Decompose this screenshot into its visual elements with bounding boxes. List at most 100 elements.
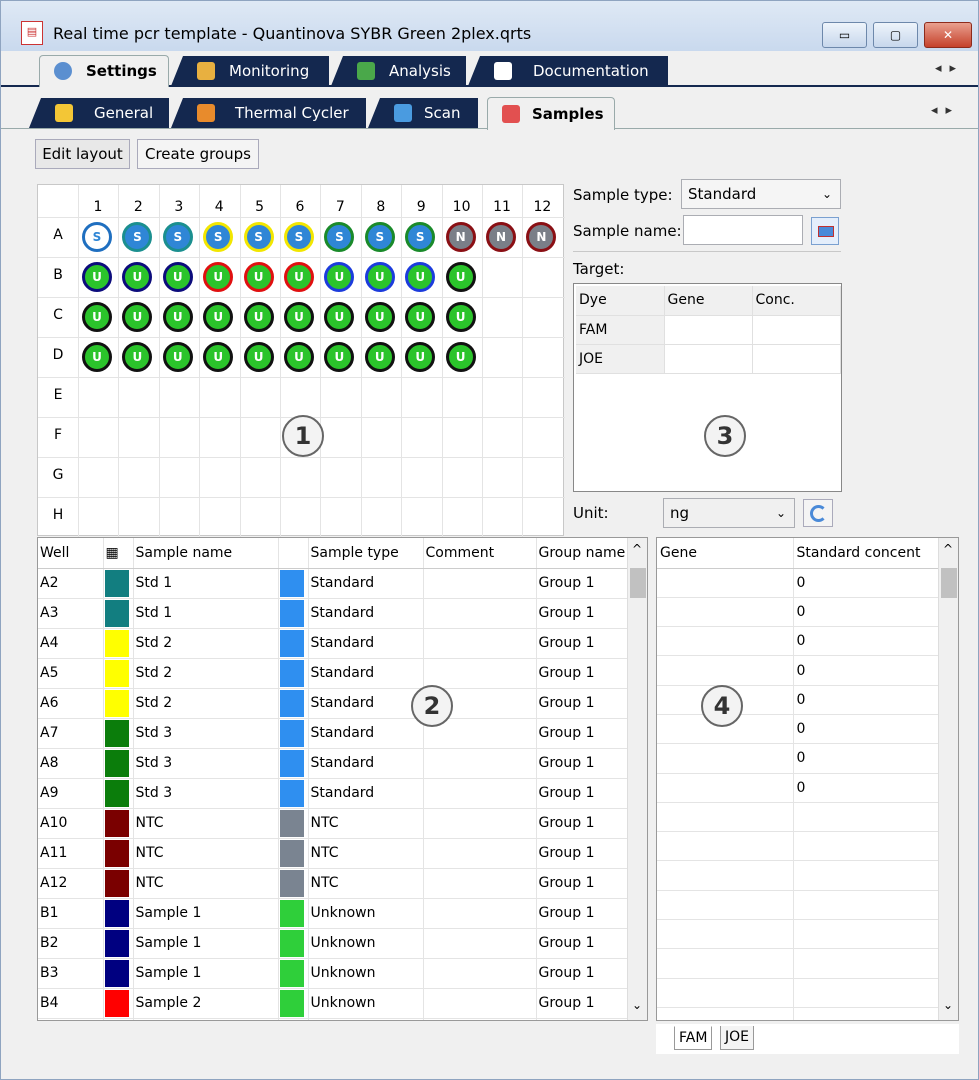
table-row[interactable]: B4 Sample 2 Unknown Group 1 — [38, 988, 630, 1019]
concentration-cell[interactable]: 0 — [793, 597, 939, 628]
scroll-down-icon[interactable]: ⌄ — [943, 998, 953, 1012]
group-name-cell[interactable]: Group 1 — [536, 958, 630, 989]
well-A4[interactable]: S — [203, 222, 234, 252]
well-cell[interactable]: A11 — [38, 838, 104, 869]
table-row[interactable]: B1 Sample 1 Unknown Group 1 — [38, 898, 630, 929]
table-row[interactable]: A9 Std 3 Standard Group 1 — [38, 778, 630, 809]
sample-type-dropdown[interactable]: Standard ⌄ — [681, 179, 841, 209]
well-B5[interactable]: U — [243, 262, 274, 292]
scroll-right-icon[interactable]: ▸ — [950, 61, 965, 76]
table-row[interactable] — [657, 978, 939, 1008]
well-C5[interactable]: U — [243, 302, 274, 332]
group-name-cell[interactable]: Group 1 — [536, 598, 630, 629]
gene-cell[interactable] — [657, 919, 794, 950]
well-cell[interactable]: A4 — [38, 628, 104, 659]
group-name-cell[interactable]: Group 1 — [536, 778, 630, 809]
color-swatch[interactable] — [103, 628, 134, 659]
header-standard-concentration[interactable]: Standard concent — [793, 538, 939, 569]
sample-name-cell[interactable]: Std 3 — [133, 718, 279, 749]
plate-column-header[interactable]: 10 — [442, 199, 482, 215]
well-cell[interactable]: B1 — [38, 898, 104, 929]
comment-cell[interactable] — [423, 568, 537, 599]
sample-type-cell[interactable]: Standard — [308, 658, 424, 689]
samples-table[interactable]: Well ▦ Sample name Sample type Comment G… — [37, 537, 648, 1021]
table-row[interactable] — [657, 1007, 939, 1020]
main-tab-scroll[interactable]: ◂▸ — [935, 61, 964, 76]
plate-column-header[interactable]: 9 — [401, 199, 441, 215]
group-name-cell[interactable]: Group 1 — [536, 808, 630, 839]
title-bar[interactable]: ▤ Real time pcr template - Quantinova SY… — [1, 1, 978, 51]
well-D2[interactable]: U — [122, 342, 153, 372]
concentration-cell[interactable] — [793, 948, 939, 979]
table-row[interactable] — [657, 860, 939, 891]
type-color-swatch[interactable] — [278, 718, 309, 749]
header-group-name[interactable]: Group name — [536, 538, 630, 569]
table-row[interactable]: 0 — [657, 655, 939, 686]
color-swatch[interactable] — [103, 988, 134, 1019]
sample-name-cell[interactable]: Std 2 — [133, 658, 279, 689]
sample-type-cell[interactable]: Standard — [308, 748, 424, 779]
well-B9[interactable]: U — [405, 262, 436, 292]
type-color-swatch[interactable] — [278, 868, 309, 899]
conc-cell[interactable] — [752, 344, 841, 374]
tab-analysis[interactable]: Analysis — [331, 56, 466, 86]
well-A9[interactable]: S — [405, 222, 436, 252]
gene-cell[interactable] — [657, 1007, 794, 1020]
plate-row-header[interactable]: D — [38, 347, 78, 363]
well-B7[interactable]: U — [324, 262, 355, 292]
plate-column-header[interactable]: 11 — [482, 199, 522, 215]
sample-name-cell[interactable]: Std 2 — [133, 628, 279, 659]
gene-cell[interactable] — [657, 802, 794, 833]
plate-row-header[interactable]: C — [38, 307, 78, 323]
sample-type-cell[interactable]: Standard — [308, 628, 424, 659]
tab-monitoring[interactable]: Monitoring — [171, 56, 329, 86]
table-row[interactable]: 0 — [657, 597, 939, 628]
table-row[interactable]: 0 — [657, 568, 939, 598]
sample-type-cell[interactable]: Standard — [308, 688, 424, 719]
concentration-cell[interactable]: 0 — [793, 714, 939, 745]
well-B1[interactable]: U — [82, 262, 112, 292]
gene-cell[interactable] — [657, 655, 794, 686]
group-name-cell[interactable]: Group 1 — [536, 1018, 630, 1020]
table-row[interactable]: B2 Sample 1 Unknown Group 1 — [38, 928, 630, 959]
table-row[interactable]: A2 Std 1 Standard Group 1 — [38, 568, 630, 599]
concentration-cell[interactable]: 0 — [793, 655, 939, 686]
sample-name-cell[interactable]: Std 1 — [133, 568, 279, 599]
scroll-up-icon[interactable]: ^ — [943, 542, 953, 556]
comment-cell[interactable] — [423, 1018, 537, 1020]
concentration-cell[interactable]: 0 — [793, 568, 939, 598]
well-cell[interactable]: A9 — [38, 778, 104, 809]
plate-row-header[interactable]: A — [38, 227, 78, 243]
well-cell[interactable]: A8 — [38, 748, 104, 779]
color-swatch[interactable] — [103, 598, 134, 629]
gene-cell[interactable] — [657, 626, 794, 657]
table-row[interactable]: A8 Std 3 Standard Group 1 — [38, 748, 630, 779]
sample-name-cell[interactable]: NTC — [133, 838, 279, 869]
well-A5[interactable]: S — [243, 222, 274, 252]
table-row[interactable]: A6 Std 2 Standard Group 1 — [38, 688, 630, 719]
plate-row-header[interactable]: B — [38, 267, 78, 283]
well-D9[interactable]: U — [405, 342, 436, 372]
plate-row-header[interactable]: F — [38, 427, 78, 443]
unit-dropdown[interactable]: ng ⌄ — [663, 498, 795, 528]
group-name-cell[interactable]: Group 1 — [536, 868, 630, 899]
plate-column-header[interactable]: 4 — [199, 199, 239, 215]
edit-layout-button[interactable]: Edit layout — [35, 139, 130, 169]
tab-general[interactable]: General — [29, 98, 169, 128]
well-A7[interactable]: S — [324, 222, 355, 252]
concentration-cell[interactable]: 0 — [793, 626, 939, 657]
well-B8[interactable]: U — [364, 262, 395, 292]
gene-cell[interactable] — [657, 890, 794, 921]
sample-name-cell[interactable]: Sample 1 — [133, 958, 279, 989]
plate-column-header[interactable]: 3 — [159, 199, 199, 215]
table-row[interactable] — [657, 831, 939, 862]
table-row[interactable]: JOE — [576, 344, 841, 374]
scroll-left-icon[interactable]: ◂ — [935, 61, 950, 76]
group-name-cell[interactable]: Group 1 — [536, 628, 630, 659]
sample-type-cell[interactable]: Standard — [308, 718, 424, 749]
well-C10[interactable]: U — [445, 302, 476, 332]
plate-column-header[interactable]: 5 — [240, 199, 280, 215]
type-color-swatch[interactable] — [278, 988, 309, 1019]
table-row[interactable]: A12 NTC NTC Group 1 — [38, 868, 630, 899]
color-swatch[interactable] — [103, 778, 134, 809]
